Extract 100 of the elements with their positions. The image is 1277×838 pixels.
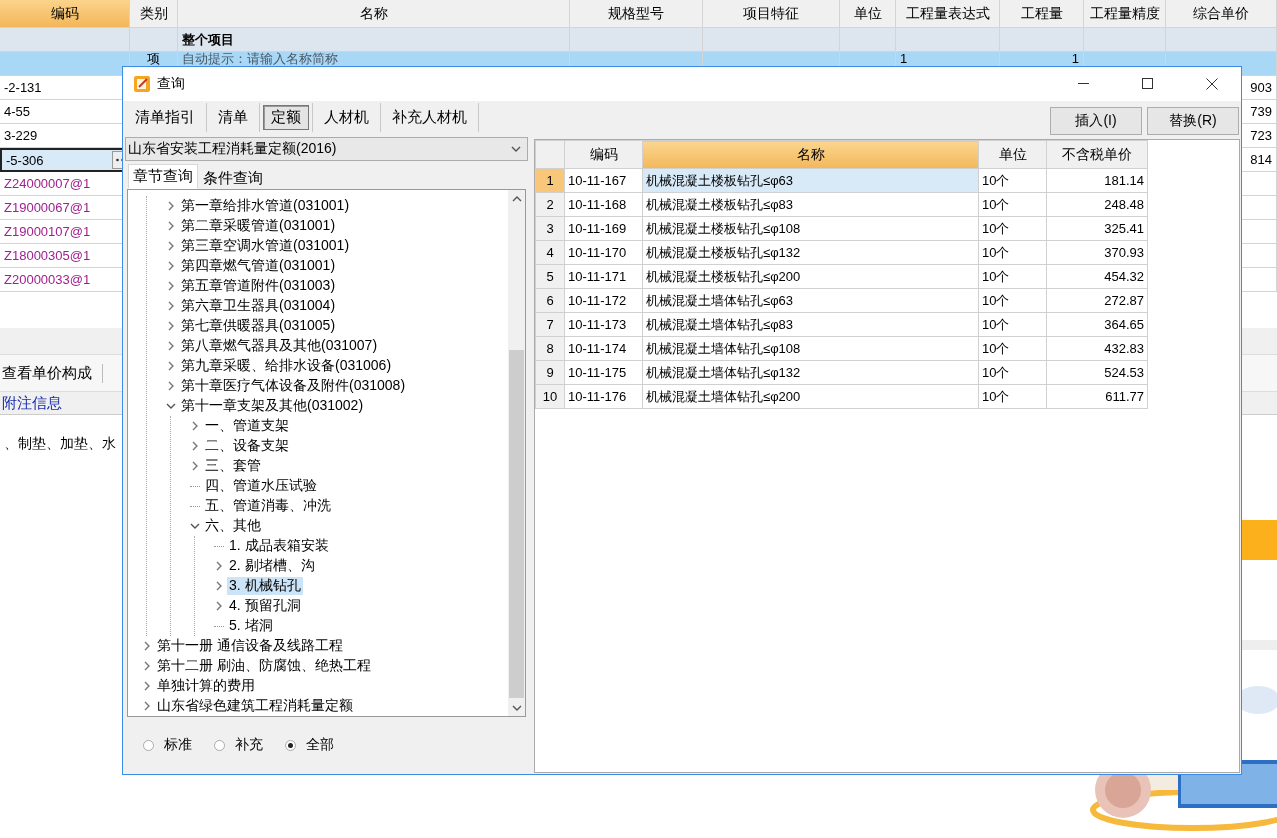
tree-item[interactable]: 三、套管 <box>203 457 263 475</box>
radio-button[interactable] <box>285 739 296 751</box>
chevron-right-icon[interactable] <box>167 321 175 331</box>
toolbar-tab[interactable]: 查看单价构成 <box>0 363 103 383</box>
table-cell: 10个 <box>978 264 1047 289</box>
chevron-right-icon[interactable] <box>143 641 151 651</box>
column-header[interactable]: 不含税单价 <box>1046 140 1148 169</box>
tree-item[interactable]: 二、设备支架 <box>203 437 291 455</box>
chevron-right-icon[interactable] <box>191 441 199 451</box>
chevron-right-icon[interactable] <box>215 601 223 611</box>
tree-item[interactable]: 1. 成品表箱安装 <box>227 537 331 555</box>
tree-item[interactable]: 第十一册 通信设备及线路工程 <box>155 637 345 655</box>
column-header[interactable]: 编码 <box>564 140 643 169</box>
column-header[interactable]: 工程量 <box>1000 0 1084 28</box>
row-number: 1 <box>535 168 565 193</box>
column-header[interactable]: 项目特征 <box>703 0 840 28</box>
tree-item[interactable]: 第六章卫生器具(031004) <box>179 297 338 315</box>
chevron-right-icon[interactable] <box>143 681 151 691</box>
tree-item[interactable]: 5. 堵洞 <box>227 617 275 635</box>
table-cell: 325.41 <box>1046 216 1148 241</box>
column-header[interactable]: 名称 <box>642 140 979 169</box>
column-header[interactable]: 规格型号 <box>570 0 703 28</box>
row-number: 6 <box>535 288 565 313</box>
table-cell: 10-11-171 <box>564 264 643 289</box>
scroll-down-icon <box>511 703 522 712</box>
tree-item[interactable]: 4. 预留孔洞 <box>227 597 303 615</box>
table-cell: 370.93 <box>1046 240 1148 265</box>
column-header[interactable]: 工程量精度 <box>1084 0 1166 28</box>
row-number: 10 <box>535 384 565 409</box>
tree-item[interactable]: 2. 剔堵槽、沟 <box>227 557 317 575</box>
tree-item[interactable]: 第一章给排水管道(031001) <box>179 197 352 215</box>
column-header[interactable]: 单位 <box>978 140 1047 169</box>
tree-item[interactable]: 第十二册 刷油、防腐蚀、绝热工程 <box>155 657 373 675</box>
action-button[interactable]: 插入(I) <box>1050 107 1142 135</box>
row-number: 7 <box>535 312 565 337</box>
chevron-right-icon[interactable] <box>167 281 175 291</box>
tree-item[interactable]: 第九章采暖、给排水设备(031006) <box>179 357 394 375</box>
tree-item[interactable]: 一、管道支架 <box>203 417 291 435</box>
table-cell: 机械混凝土楼板钻孔≤φ132 <box>642 240 979 265</box>
column-header[interactable]: 编码 <box>0 0 130 28</box>
chevron-right-icon[interactable] <box>167 381 175 391</box>
table-cell: 机械混凝土墙体钻孔≤φ132 <box>642 360 979 385</box>
table-cell: 机械混凝土楼板钻孔≤φ63 <box>642 168 979 193</box>
table-cell: 10-11-172 <box>564 288 643 313</box>
tree-item[interactable]: 第五章管道附件(031003) <box>179 277 338 295</box>
table-cell: 10个 <box>978 360 1047 385</box>
scroll-up-icon <box>511 194 522 203</box>
chevron-right-icon[interactable] <box>143 701 151 711</box>
row-number: 4 <box>535 240 565 265</box>
tree-item[interactable]: 四、管道水压试验 <box>203 477 319 495</box>
chevron-right-icon[interactable] <box>167 221 175 231</box>
tree-item[interactable]: 第四章燃气管道(031001) <box>179 257 338 275</box>
chevron-right-icon[interactable] <box>167 241 175 251</box>
tree-item[interactable]: 3. 机械钻孔 <box>227 577 303 595</box>
column-header[interactable]: 综合单价 <box>1166 0 1277 28</box>
table-cell: 10-11-167 <box>564 168 643 193</box>
tree-item[interactable]: 第七章供暖器具(031005) <box>179 317 338 335</box>
chevron-down-icon[interactable] <box>166 402 176 410</box>
table-cell: 10个 <box>978 240 1047 265</box>
tree-item[interactable]: 第十章医疗气体设备及附件(031008) <box>179 377 408 395</box>
table-cell: 10-11-175 <box>564 360 643 385</box>
chevron-right-icon[interactable] <box>215 561 223 571</box>
action-button[interactable]: 替换(R) <box>1147 107 1239 135</box>
table-cell: 524.53 <box>1046 360 1148 385</box>
tab[interactable]: 章节查询 <box>128 164 198 189</box>
chevron-right-icon[interactable] <box>167 261 175 271</box>
table-cell: 机械混凝土墙体钻孔≤φ63 <box>642 288 979 313</box>
tree-item[interactable]: 五、管道消毒、冲洗 <box>203 497 333 515</box>
chevron-right-icon[interactable] <box>143 661 151 671</box>
tree-item[interactable]: 单独计算的费用 <box>155 677 257 695</box>
chevron-right-icon[interactable] <box>191 461 199 471</box>
radio-label: 全部 <box>306 736 334 754</box>
row-number: 8 <box>535 336 565 361</box>
tree-item[interactable]: 第二章采暖管道(031001) <box>179 217 338 235</box>
chevron-down-icon[interactable] <box>190 522 200 530</box>
minimize-icon <box>1078 83 1090 85</box>
scrollbar-thumb[interactable] <box>509 350 524 698</box>
radio-button[interactable] <box>143 739 154 751</box>
table-cell: 10-11-170 <box>564 240 643 265</box>
tree-item[interactable]: 第八章燃气器具及其他(031007) <box>179 337 380 355</box>
chevron-right-icon[interactable] <box>167 301 175 311</box>
tree-item[interactable]: 第十一章支架及其他(031002) <box>179 397 366 415</box>
tree-item[interactable]: 第三章空调水管道(031001) <box>179 237 352 255</box>
chevron-right-icon[interactable] <box>167 201 175 211</box>
tree-item[interactable]: 山东省绿色建筑工程消耗量定额 <box>155 697 355 715</box>
chevron-right-icon[interactable] <box>167 361 175 371</box>
table-cell: 机械混凝土墙体钻孔≤φ200 <box>642 384 979 409</box>
notes-tab[interactable]: 附注信息 <box>2 393 62 413</box>
column-header[interactable]: 名称 <box>178 0 570 28</box>
library-dropdown[interactable]: 山东省安装工程消耗量定额(2016) <box>125 137 528 161</box>
chevron-right-icon[interactable] <box>215 581 223 591</box>
table-cell: 10个 <box>978 384 1047 409</box>
table-cell: 10-11-176 <box>564 384 643 409</box>
chevron-right-icon[interactable] <box>167 341 175 351</box>
column-header[interactable]: 单位 <box>840 0 896 28</box>
tree-item[interactable]: 六、其他 <box>203 517 263 535</box>
column-header[interactable]: 类别 <box>130 0 178 28</box>
radio-button[interactable] <box>214 739 225 751</box>
column-header[interactable]: 工程量表达式 <box>896 0 1000 28</box>
chevron-right-icon[interactable] <box>191 421 199 431</box>
